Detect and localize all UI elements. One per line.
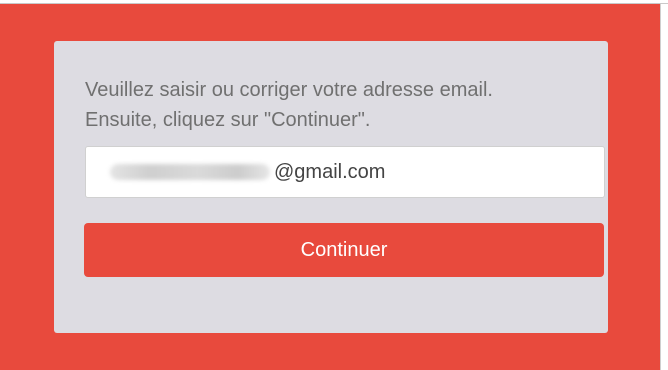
page-background: Veuillez saisir ou corriger votre adress… (0, 4, 660, 370)
continue-button[interactable]: Continuer (84, 223, 604, 277)
blurred-username (110, 164, 270, 180)
instruction-line-1: Veuillez saisir ou corriger votre adress… (85, 79, 493, 101)
email-domain-text: @gmail.com (274, 160, 386, 183)
email-field[interactable]: @gmail.com (85, 146, 605, 198)
instruction-message: Veuillez saisir ou corriger votre adress… (85, 75, 585, 135)
email-confirmation-card: Veuillez saisir ou corriger votre adress… (54, 41, 608, 333)
instruction-line-2: Ensuite, cliquez sur "Continuer". (85, 109, 371, 131)
right-edge (660, 4, 668, 370)
